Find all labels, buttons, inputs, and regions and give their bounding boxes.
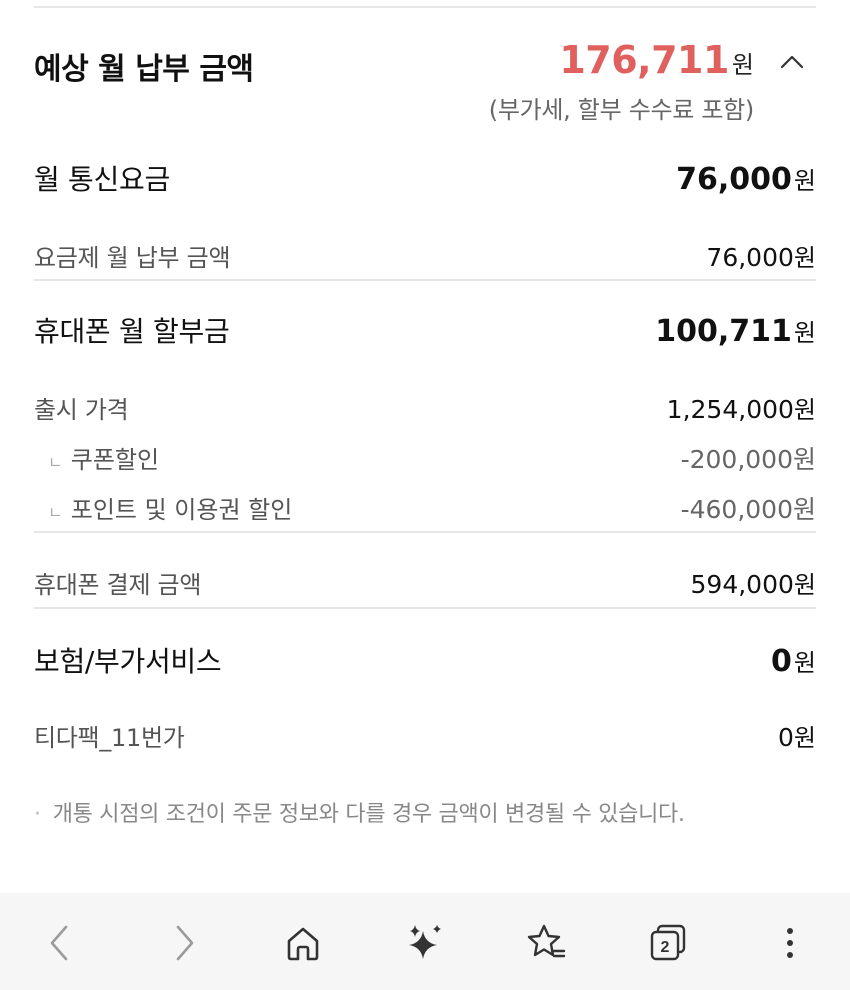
more-menu-button[interactable] — [764, 917, 816, 969]
payment-amount-value: 594,000원 — [691, 565, 816, 600]
installment-unit: 원 — [793, 319, 816, 347]
footnote-bullet: · — [34, 802, 41, 827]
tabs-icon: 2 — [650, 924, 686, 961]
point-discount-row: ㄴ 포인트 및 이용권 할인 -460,000원 — [34, 490, 816, 526]
payment-amount-label: 휴대폰 결제 금액 — [34, 571, 202, 599]
browser-toolbar: 2 — [0, 893, 850, 990]
insurance-value: 0원 — [771, 643, 816, 679]
monthly-fee-label: 월 통신요금 — [34, 163, 170, 196]
insurance-label: 보험/부가서비스 — [34, 645, 222, 678]
plan-fee-label: 요금제 월 납부 금액 — [34, 244, 231, 272]
tidapack-label: 티다팩_11번가 — [34, 724, 185, 752]
coupon-discount-amount: -200,000 — [680, 445, 793, 474]
coupon-discount-row: ㄴ 쿠폰할인 -200,000원 — [34, 440, 816, 476]
forward-icon — [176, 925, 194, 961]
tidapack-row: 티다팩_11번가 0원 — [34, 718, 816, 753]
insurance-row: 보험/부가서비스 0원 — [34, 640, 816, 680]
plan-fee-value: 76,000원 — [706, 238, 816, 273]
coupon-discount-text: 쿠폰할인 — [70, 446, 160, 474]
divider — [34, 607, 816, 609]
tidapack-unit: 원 — [793, 724, 816, 752]
ai-sparkle-button[interactable] — [399, 917, 451, 969]
point-discount-text: 포인트 및 이용권 할인 — [70, 496, 293, 524]
summary-title: 예상 월 납부 금액 — [34, 52, 254, 87]
release-price-amount: 1,254,000 — [666, 395, 794, 424]
tabs-button[interactable]: 2 — [642, 917, 694, 969]
back-button[interactable] — [34, 917, 86, 969]
tidapack-amount: 0 — [778, 723, 794, 752]
payment-amount-row: 휴대폰 결제 금액 594,000원 — [34, 565, 816, 600]
monthly-fee-amount: 76,000 — [676, 162, 792, 197]
footnote: · 개통 시점의 조건이 주문 정보와 다를 경우 금액이 변경될 수 있습니다. — [34, 796, 685, 828]
bookmark-star-icon — [527, 924, 566, 958]
point-discount-label: ㄴ 포인트 및 이용권 할인 — [34, 490, 292, 525]
plan-fee-unit: 원 — [793, 244, 816, 272]
payment-amount-amount: 594,000 — [690, 570, 794, 599]
sub-item-mark: ㄴ — [48, 503, 63, 522]
top-divider — [34, 6, 816, 8]
forward-button[interactable] — [158, 917, 210, 969]
plan-fee-amount: 76,000 — [706, 243, 794, 272]
tidapack-value: 0원 — [778, 718, 816, 753]
installment-row: 휴대폰 월 할부금 100,711원 — [34, 310, 816, 350]
payment-amount-unit: 원 — [793, 571, 816, 599]
divider — [34, 279, 816, 281]
tab-count: 2 — [661, 939, 670, 956]
installment-amount: 100,711 — [655, 314, 792, 349]
summary-note: (부가세, 할부 수수료 포함) — [488, 96, 755, 124]
coupon-discount-label: ㄴ 쿠폰할인 — [34, 440, 159, 475]
bookmarks-button[interactable] — [520, 917, 572, 969]
sparkle-icon — [409, 925, 441, 959]
monthly-payment-summary: 예상 월 납부 금액 176,711 원 (부가세, 할부 수수료 포함) — [34, 30, 816, 130]
release-price-row: 출시 가격 1,254,000원 — [34, 390, 816, 425]
monthly-fee-unit: 원 — [793, 167, 816, 195]
home-button[interactable] — [277, 917, 329, 969]
plan-fee-row: 요금제 월 납부 금액 76,000원 — [34, 238, 816, 273]
installment-label: 휴대폰 월 할부금 — [34, 315, 230, 348]
point-discount-value: -460,000원 — [681, 490, 816, 526]
release-price-label: 출시 가격 — [34, 396, 129, 424]
release-price-unit: 원 — [793, 396, 816, 424]
sub-item-mark: ㄴ — [48, 453, 63, 472]
monthly-fee-value: 76,000원 — [676, 161, 816, 197]
coupon-discount-value: -200,000원 — [681, 440, 816, 476]
monthly-fee-row: 월 통신요금 76,000원 — [34, 158, 816, 198]
chevron-up-icon[interactable] — [778, 48, 806, 76]
installment-value: 100,711원 — [655, 313, 816, 349]
summary-amount-value: 176,711 — [559, 38, 729, 82]
release-price-value: 1,254,000원 — [667, 390, 816, 425]
point-discount-amount: -460,000 — [680, 495, 793, 524]
divider — [34, 531, 816, 533]
footnote-text: 개통 시점의 조건이 주문 정보와 다를 경우 금액이 변경될 수 있습니다. — [52, 802, 685, 827]
more-icon — [787, 928, 793, 958]
insurance-amount: 0 — [771, 644, 792, 679]
insurance-unit: 원 — [793, 649, 816, 677]
point-discount-unit: 원 — [792, 495, 816, 524]
home-icon — [287, 927, 319, 961]
summary-amount: 176,711 원 — [559, 38, 754, 82]
summary-amount-unit: 원 — [731, 51, 754, 79]
coupon-discount-unit: 원 — [792, 445, 816, 474]
back-icon — [50, 925, 68, 961]
